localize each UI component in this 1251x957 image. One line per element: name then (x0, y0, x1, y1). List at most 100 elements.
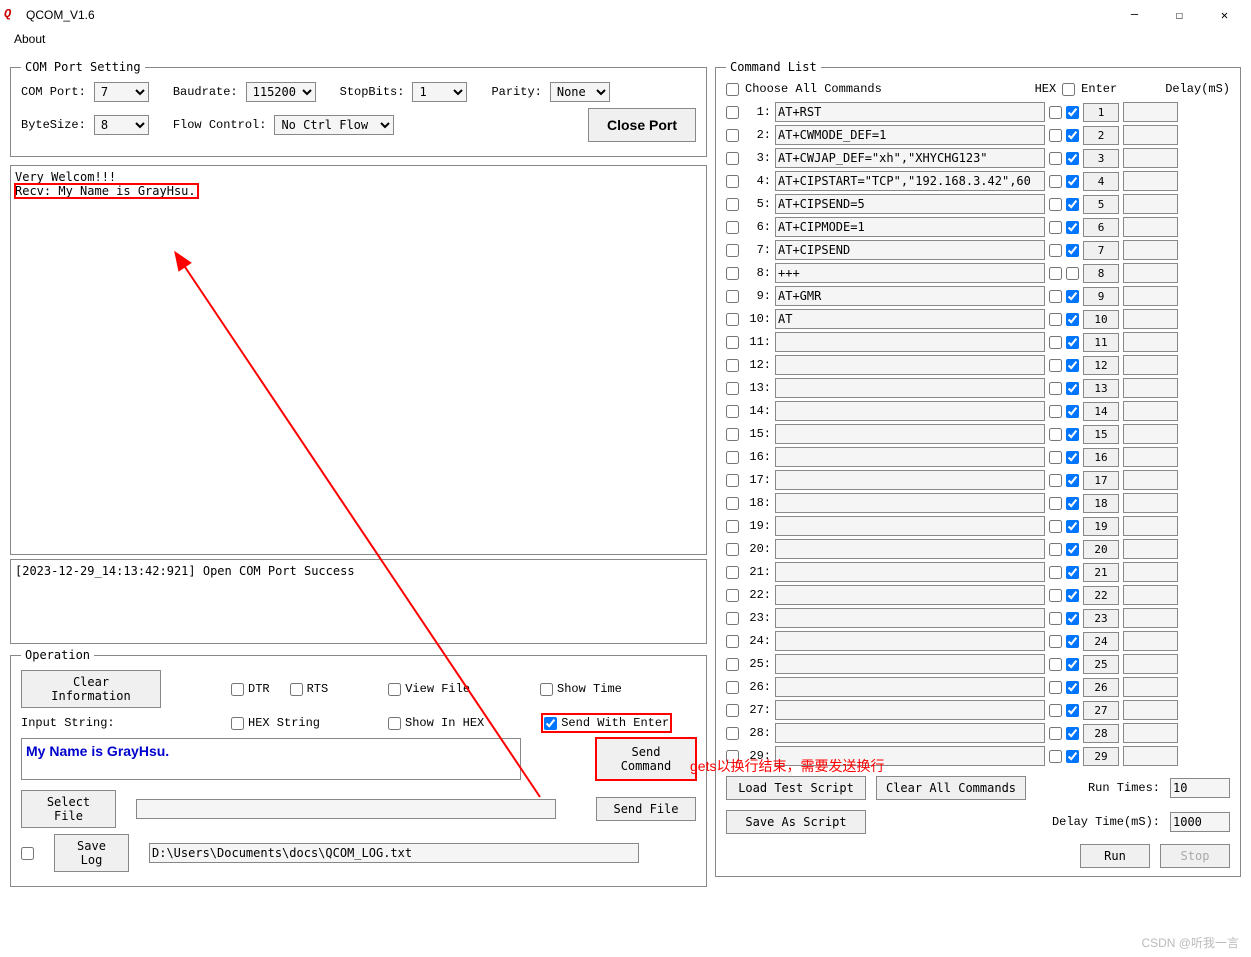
cmd-run-button[interactable]: 27 (1083, 701, 1119, 720)
cmd-hex-checkbox[interactable] (1049, 267, 1062, 280)
load-test-script-button[interactable]: Load Test Script (726, 776, 866, 800)
cmd-select-checkbox[interactable] (726, 520, 739, 533)
cmd-run-button[interactable]: 25 (1083, 655, 1119, 674)
com-port-select[interactable]: 7 (94, 82, 149, 102)
cmd-run-button[interactable]: 13 (1083, 379, 1119, 398)
cmd-run-button[interactable]: 4 (1083, 172, 1119, 191)
cmd-hex-checkbox[interactable] (1049, 405, 1062, 418)
cmd-enter-checkbox[interactable] (1066, 612, 1079, 625)
close-button[interactable]: ✕ (1202, 0, 1247, 30)
cmd-enter-checkbox[interactable] (1066, 566, 1079, 579)
cmd-enter-checkbox[interactable] (1066, 152, 1079, 165)
cmd-text-input[interactable] (775, 493, 1045, 513)
cmd-select-checkbox[interactable] (726, 405, 739, 418)
cmd-delay-input[interactable] (1123, 125, 1178, 145)
cmd-select-checkbox[interactable] (726, 497, 739, 510)
cmd-text-input[interactable] (775, 700, 1045, 720)
cmd-run-button[interactable]: 26 (1083, 678, 1119, 697)
cmd-text-input[interactable] (775, 378, 1045, 398)
cmd-hex-checkbox[interactable] (1049, 566, 1062, 579)
cmd-select-checkbox[interactable] (726, 612, 739, 625)
cmd-text-input[interactable] (775, 355, 1045, 375)
cmd-text-input[interactable] (775, 332, 1045, 352)
cmd-delay-input[interactable] (1123, 470, 1178, 490)
cmd-select-checkbox[interactable] (726, 359, 739, 372)
send-file-button[interactable]: Send File (596, 797, 696, 821)
flow-control-select[interactable]: No Ctrl Flow (274, 115, 394, 135)
cmd-select-checkbox[interactable] (726, 704, 739, 717)
stopbits-select[interactable]: 1 (412, 82, 467, 102)
cmd-hex-checkbox[interactable] (1049, 451, 1062, 464)
cmd-hex-checkbox[interactable] (1049, 428, 1062, 441)
cmd-run-button[interactable]: 20 (1083, 540, 1119, 559)
cmd-delay-input[interactable] (1123, 102, 1178, 122)
cmd-enter-checkbox[interactable] (1066, 497, 1079, 510)
cmd-run-button[interactable]: 11 (1083, 333, 1119, 352)
select-file-button[interactable]: Select File (21, 790, 116, 828)
cmd-enter-checkbox[interactable] (1066, 635, 1079, 648)
cmd-hex-checkbox[interactable] (1049, 589, 1062, 602)
cmd-run-button[interactable]: 18 (1083, 494, 1119, 513)
cmd-delay-input[interactable] (1123, 746, 1178, 766)
cmd-hex-checkbox[interactable] (1049, 543, 1062, 556)
cmd-enter-checkbox[interactable] (1066, 359, 1079, 372)
cmd-run-button[interactable]: 2 (1083, 126, 1119, 145)
cmd-run-button[interactable]: 9 (1083, 287, 1119, 306)
cmd-run-button[interactable]: 19 (1083, 517, 1119, 536)
cmd-hex-checkbox[interactable] (1049, 152, 1062, 165)
cmd-hex-checkbox[interactable] (1049, 106, 1062, 119)
save-log-checkbox[interactable] (21, 847, 34, 860)
baudrate-select[interactable]: 115200 (246, 82, 316, 102)
choose-all-checkbox[interactable] (726, 83, 739, 96)
cmd-select-checkbox[interactable] (726, 175, 739, 188)
cmd-hex-checkbox[interactable] (1049, 198, 1062, 211)
cmd-text-input[interactable] (775, 263, 1045, 283)
run-times-input[interactable] (1170, 778, 1230, 798)
cmd-select-checkbox[interactable] (726, 566, 739, 579)
cmd-enter-checkbox[interactable] (1066, 704, 1079, 717)
cmd-text-input[interactable] (775, 723, 1045, 743)
cmd-run-button[interactable]: 5 (1083, 195, 1119, 214)
cmd-enter-checkbox[interactable] (1066, 474, 1079, 487)
cmd-text-input[interactable] (775, 171, 1045, 191)
show-in-hex-checkbox[interactable] (388, 717, 401, 730)
cmd-select-checkbox[interactable] (726, 382, 739, 395)
cmd-delay-input[interactable] (1123, 217, 1178, 237)
delay-time-input[interactable] (1170, 812, 1230, 832)
cmd-delay-input[interactable] (1123, 194, 1178, 214)
cmd-enter-checkbox[interactable] (1066, 267, 1079, 280)
maximize-button[interactable]: ☐ (1157, 0, 1202, 30)
cmd-text-input[interactable] (775, 401, 1045, 421)
cmd-hex-checkbox[interactable] (1049, 313, 1062, 326)
parity-select[interactable]: None (550, 82, 610, 102)
cmd-text-input[interactable] (775, 677, 1045, 697)
cmd-text-input[interactable] (775, 309, 1045, 329)
cmd-select-checkbox[interactable] (726, 727, 739, 740)
cmd-text-input[interactable] (775, 286, 1045, 306)
cmd-delay-input[interactable] (1123, 148, 1178, 168)
cmd-run-button[interactable]: 3 (1083, 149, 1119, 168)
cmd-delay-input[interactable] (1123, 608, 1178, 628)
cmd-delay-input[interactable] (1123, 424, 1178, 444)
cmd-delay-input[interactable] (1123, 240, 1178, 260)
cmd-delay-input[interactable] (1123, 378, 1178, 398)
cmd-hex-checkbox[interactable] (1049, 750, 1062, 763)
cmd-hex-checkbox[interactable] (1049, 704, 1062, 717)
cmd-delay-input[interactable] (1123, 700, 1178, 720)
cmd-delay-input[interactable] (1123, 332, 1178, 352)
cmd-text-input[interactable] (775, 148, 1045, 168)
cmd-select-checkbox[interactable] (726, 152, 739, 165)
cmd-hex-checkbox[interactable] (1049, 221, 1062, 234)
cmd-hex-checkbox[interactable] (1049, 382, 1062, 395)
cmd-delay-input[interactable] (1123, 447, 1178, 467)
cmd-delay-input[interactable] (1123, 677, 1178, 697)
cmd-select-checkbox[interactable] (726, 221, 739, 234)
cmd-enter-checkbox[interactable] (1066, 313, 1079, 326)
cmd-delay-input[interactable] (1123, 401, 1178, 421)
cmd-hex-checkbox[interactable] (1049, 727, 1062, 740)
cmd-enter-checkbox[interactable] (1066, 382, 1079, 395)
cmd-text-input[interactable] (775, 240, 1045, 260)
cmd-delay-input[interactable] (1123, 493, 1178, 513)
cmd-delay-input[interactable] (1123, 654, 1178, 674)
close-port-button[interactable]: Close Port (588, 108, 696, 142)
